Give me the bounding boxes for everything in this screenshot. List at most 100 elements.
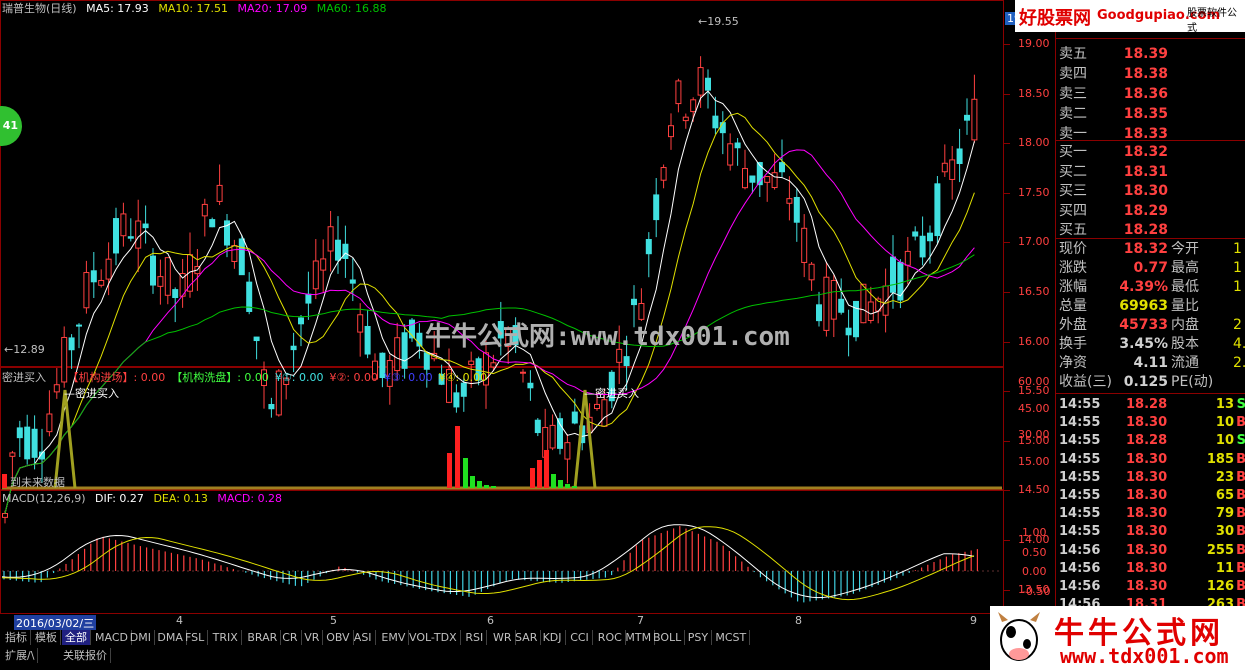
candle-body (460, 382, 467, 397)
tab-vr[interactable]: VR (301, 630, 324, 645)
candle-body (771, 172, 778, 189)
brand-banner-bottom[interactable]: 牛牛公式网 www.tdx001.com (990, 606, 1245, 670)
stat-label-2: 最低 (1171, 279, 1199, 295)
stat-label: 收益(三) (1059, 374, 1112, 390)
candle-body (453, 392, 460, 408)
candle-body (949, 159, 956, 180)
candle-body (349, 279, 356, 284)
tab-trix[interactable]: TRIX (210, 630, 242, 645)
tab-psy[interactable]: PSY (685, 630, 713, 645)
tab-kdj[interactable]: KDJ (540, 630, 566, 645)
candle-body (401, 332, 408, 369)
tab-全部[interactable]: 全部 (62, 630, 91, 645)
candle-body (727, 143, 734, 166)
ma5-value: MA5: 17.93 (86, 2, 149, 15)
high-price-label: ←19.55 (698, 15, 739, 28)
candle-body (9, 452, 16, 457)
stat-row: 现价 18.32 今开 1 (1056, 240, 1245, 258)
tab-row-1: 指标 模板 全部 MACD DMI DMA FSL TRIX BRAR CR VR OBV ASI EMV… (0, 630, 990, 646)
macd-title: MACD(12,26,9) (2, 492, 86, 505)
bid-row: 买二 18.31 (1056, 163, 1245, 181)
y-tick-label: 18.00 (1018, 136, 1050, 150)
candle-body (742, 168, 748, 189)
candle-body (24, 426, 31, 460)
stat-row: 收益(三) 0.125 PE(动) (1056, 373, 1245, 391)
tab-模板[interactable]: 模板 (32, 630, 61, 645)
brand-banner-top[interactable]: 好股票网 Goodgupiao.com 股票软件公式 (1015, 0, 1245, 34)
chart-area[interactable] (0, 0, 1055, 630)
tick-price: 18.30 (1126, 506, 1168, 522)
tick-time: 14:55 (1059, 469, 1101, 485)
tick-time: 14:55 (1059, 433, 1101, 449)
candle-body (653, 194, 660, 221)
tab-obv[interactable]: OBV (323, 630, 354, 645)
panel-divider (1056, 38, 1245, 39)
bid-label: 买五 (1059, 222, 1087, 238)
tab-emv[interactable]: EMV (378, 630, 410, 645)
candle-body (253, 336, 260, 342)
tick-time: 14:55 (1059, 524, 1101, 540)
candle-body (312, 260, 319, 290)
tab-boll[interactable]: BOLL (650, 630, 686, 645)
stat-label: 涨跌 (1059, 260, 1087, 276)
tab-mcst[interactable]: MCST (712, 630, 751, 645)
stat-value-2: 2. (1233, 355, 1245, 371)
candle-body (571, 411, 578, 424)
candle-body (668, 125, 674, 138)
legend-item: ¥①: 0.00 (274, 371, 324, 384)
candle-body (342, 243, 349, 259)
tab-cr[interactable]: CR (279, 630, 302, 645)
tick-time: 14:55 (1059, 488, 1101, 503)
candle-body (16, 427, 23, 439)
candle-body (830, 279, 837, 320)
tab-关联报价[interactable]: 关联报价 (60, 648, 111, 663)
candle-body (838, 298, 845, 313)
candle-body (564, 442, 571, 460)
bid-price: 18.30 (1123, 183, 1168, 199)
y-tick-mark (1004, 540, 1010, 541)
stat-row: 换手 3.45%股本 4. (1056, 335, 1245, 353)
legend-item: 【机构洗盘】: 0.00 (171, 371, 269, 384)
tab-roc[interactable]: ROC (595, 630, 626, 645)
x-tick-label: 5 (330, 614, 337, 627)
ask-label: 卖二 (1059, 106, 1087, 122)
brand-bottom-url: www.tdx001.com (1060, 644, 1229, 668)
ask-price: 18.38 (1123, 66, 1168, 82)
tick-volume: 126 (1206, 579, 1234, 594)
y-tick-label: 17.50 (1018, 185, 1050, 199)
stat-label-2: 内盘 (1171, 317, 1199, 333)
bid-label: 买二 (1059, 163, 1087, 180)
candle-body (98, 279, 105, 286)
candle-body (394, 337, 401, 372)
panel-divider (1056, 393, 1245, 394)
stat-label: 换手 (1059, 336, 1087, 352)
tab-fsl[interactable]: FSL (182, 630, 209, 645)
candle-body (320, 258, 327, 271)
tab-指标[interactable]: 指标 (2, 630, 31, 645)
candle-body (712, 115, 719, 129)
tab-vol-tdx[interactable]: VOL-TDX (406, 630, 461, 645)
tab-cci[interactable]: CCI (567, 630, 593, 645)
tab-asi[interactable]: ASI (351, 630, 376, 645)
candle-body (2, 513, 8, 518)
candle-body (631, 298, 637, 306)
tick-side: B (1236, 415, 1245, 431)
macd-y-tick-label: -0.50 (1022, 584, 1051, 598)
date-cursor-label: 2016/03/02/三 (14, 615, 97, 631)
candle-body (231, 245, 238, 262)
bid-price: 18.28 (1123, 222, 1168, 238)
candle-body (490, 362, 497, 368)
tab-rsi[interactable]: RSI (462, 630, 488, 645)
tick-volume: 30 (1215, 524, 1234, 540)
candle-body (68, 337, 75, 351)
tick-volume: 185 (1206, 451, 1234, 467)
tab-dmi[interactable]: DMI (127, 630, 156, 645)
tab-brar[interactable]: BRAR (244, 630, 282, 645)
candle-body (209, 219, 216, 228)
tab-扩展/\[interactable]: 扩展/\ (2, 648, 39, 663)
low-price-label: ←12.89 (4, 343, 45, 356)
ind-y-tick-label: 15.00 (1018, 454, 1050, 468)
candle-body (46, 413, 53, 433)
tick-time: 14:55 (1059, 415, 1101, 431)
tab-sar[interactable]: SAR (512, 630, 542, 645)
